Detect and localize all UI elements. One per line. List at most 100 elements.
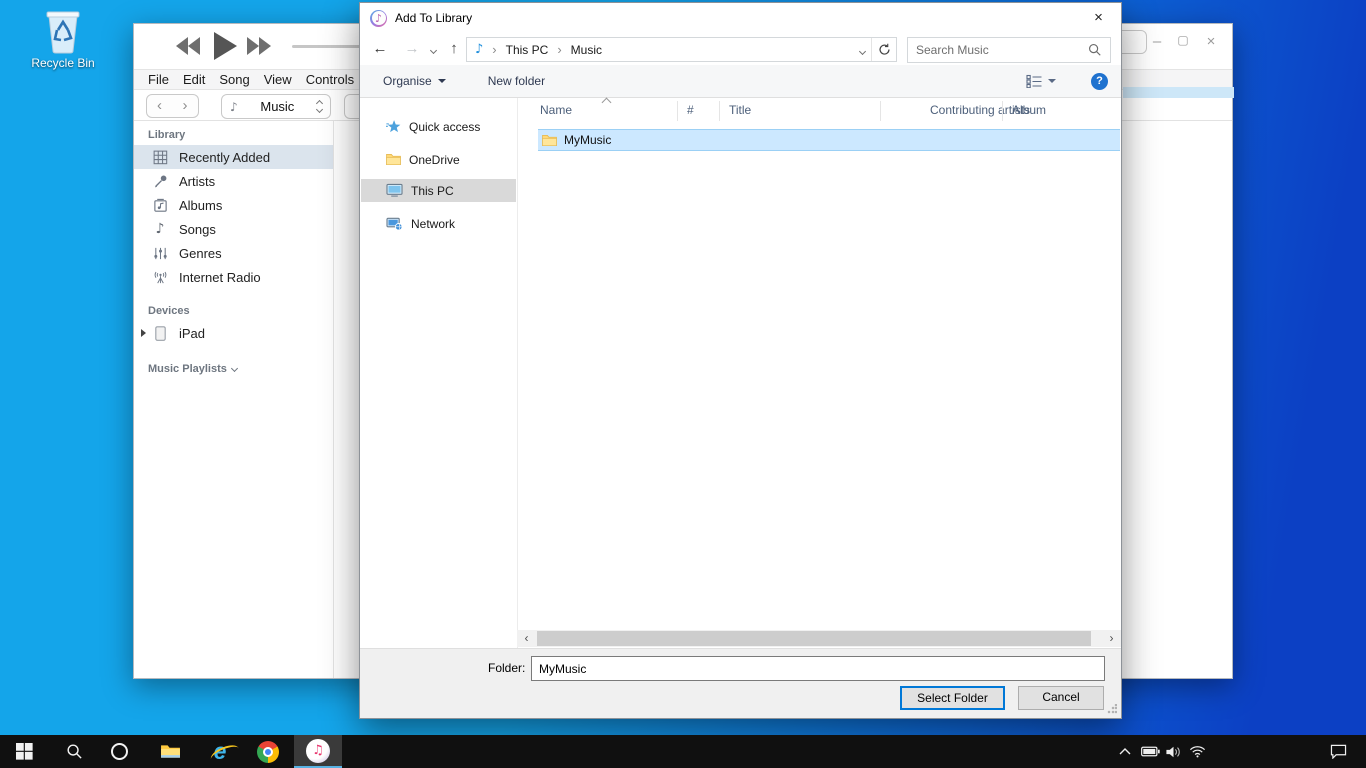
action-center-button[interactable] — [1324, 735, 1352, 768]
internet-explorer-icon: e — [214, 740, 227, 763]
scroll-right-arrow[interactable]: › — [1103, 630, 1120, 647]
cortana-button[interactable] — [103, 735, 135, 768]
folder-icon — [542, 134, 557, 147]
menu-file[interactable]: File — [148, 72, 169, 87]
itunes-close-button[interactable]: × — [1202, 33, 1220, 50]
itunes-back-button[interactable]: ‹ — [146, 94, 173, 118]
network-icon — [386, 216, 403, 231]
internet-explorer-button[interactable]: e — [204, 735, 236, 768]
nav-item-this-pc[interactable]: This PC — [361, 179, 516, 202]
chevron-down-icon — [231, 364, 238, 371]
forward-arrow-icon[interactable]: → — [402, 33, 422, 65]
back-arrow-icon[interactable]: ← — [370, 33, 390, 65]
folder-name-input[interactable] — [531, 656, 1105, 681]
itunes-minimize-button[interactable]: – — [1148, 33, 1166, 50]
column-name[interactable]: Name — [540, 103, 572, 117]
quick-access-star-icon — [386, 119, 401, 134]
tray-show-hidden-icons-button[interactable] — [1114, 735, 1136, 768]
organise-button[interactable]: Organise — [383, 74, 446, 88]
menu-edit[interactable]: Edit — [183, 72, 205, 87]
tray-battery-button[interactable] — [1139, 735, 1161, 768]
sidebar-item-songs[interactable]: ♪ Songs — [134, 217, 333, 241]
windows-logo-icon — [16, 743, 33, 760]
itunes-maximize-button[interactable]: ▢ — [1174, 33, 1192, 47]
song-note-icon: ♪ — [152, 221, 168, 237]
new-folder-button[interactable]: New folder — [488, 74, 545, 88]
breadcrumb-music[interactable]: Music — [571, 43, 602, 57]
library-header: Library — [134, 121, 333, 145]
recycle-bin-desktop-icon[interactable]: Recycle Bin — [22, 6, 104, 70]
resize-grip[interactable] — [1107, 704, 1117, 714]
dialog-title: Add To Library — [395, 11, 472, 25]
column-title[interactable]: Title — [729, 103, 751, 117]
help-button[interactable]: ? — [1091, 73, 1108, 90]
radio-antenna-icon — [152, 269, 168, 285]
dialog-toolbar: Organise New folder ? — [360, 65, 1121, 98]
sidebar-item-internet-radio[interactable]: Internet Radio — [134, 265, 333, 289]
search-box[interactable] — [907, 37, 1111, 63]
album-icon — [152, 197, 168, 213]
dialog-footer: Folder: Select Folder Cancel — [360, 648, 1121, 718]
search-icon — [1088, 43, 1102, 57]
chrome-icon — [257, 741, 279, 763]
horizontal-scrollbar[interactable]: ‹ › — [517, 630, 1121, 647]
dialog-close-button[interactable]: × — [1076, 3, 1121, 32]
taskbar-search-button[interactable] — [58, 735, 90, 768]
cancel-button[interactable]: Cancel — [1018, 686, 1104, 710]
column-number[interactable]: # — [687, 103, 694, 117]
column-album[interactable]: Album — [1012, 103, 1046, 117]
add-to-library-dialog: ♪ Add To Library × ← → ↑ ♪ › This PC › M… — [359, 2, 1122, 719]
grid-icon — [152, 149, 168, 165]
nav-item-network[interactable]: Network — [361, 212, 516, 235]
sidebar-item-recently-added[interactable]: Recently Added — [134, 145, 333, 169]
itunes-forward-button[interactable]: › — [172, 94, 199, 118]
sidebar-item-artists[interactable]: Artists — [134, 169, 333, 193]
tray-wifi-button[interactable] — [1186, 735, 1208, 768]
list-view-icon — [1026, 74, 1042, 88]
media-type-selector[interactable]: ♪ Music — [221, 94, 331, 119]
address-dropdown-chevron-icon[interactable] — [853, 43, 871, 57]
file-row-mymusic[interactable]: MyMusic — [538, 129, 1120, 151]
sidebar-item-label: Songs — [179, 222, 216, 237]
sidebar-item-albums[interactable]: Albums — [134, 193, 333, 217]
select-folder-button[interactable]: Select Folder — [900, 686, 1005, 710]
menu-song[interactable]: Song — [219, 72, 249, 87]
menu-view[interactable]: View — [264, 72, 292, 87]
itunes-icon: ♫ — [306, 739, 330, 763]
column-headers: Name # Title Contributing artists Album — [518, 101, 1121, 121]
refresh-icon[interactable] — [872, 38, 896, 61]
play-button[interactable] — [214, 32, 237, 60]
sidebar-item-genres[interactable]: Genres — [134, 241, 333, 265]
next-track-button[interactable] — [247, 37, 271, 55]
view-mode-button[interactable] — [1026, 74, 1056, 88]
address-bar[interactable]: ♪ › This PC › Music — [466, 37, 897, 62]
taskbar: e ♫ — [0, 735, 1366, 768]
nav-item-quick-access[interactable]: Quick access — [361, 115, 516, 138]
chrome-button[interactable] — [252, 735, 284, 768]
dialog-nav-pane: Quick access OneDrive This PC — [360, 98, 517, 648]
dialog-main: Quick access OneDrive This PC — [360, 98, 1121, 648]
this-pc-monitor-icon — [386, 183, 403, 198]
scrollbar-thumb[interactable] — [537, 631, 1091, 646]
tray-volume-button[interactable] — [1162, 735, 1184, 768]
music-playlists-header[interactable]: Music Playlists — [134, 345, 333, 379]
breadcrumb-separator-icon: › — [492, 42, 496, 57]
scroll-left-arrow[interactable]: ‹ — [518, 630, 535, 647]
start-button[interactable] — [8, 735, 40, 768]
nav-item-onedrive[interactable]: OneDrive — [361, 148, 516, 171]
itunes-taskbar-button[interactable]: ♫ — [294, 735, 342, 768]
menu-controls[interactable]: Controls — [306, 72, 354, 87]
sort-ascending-icon — [602, 98, 612, 108]
up-arrow-icon[interactable]: ↑ — [444, 33, 464, 65]
folder-icon — [386, 153, 401, 166]
file-list: Name # Title Contributing artists Album … — [517, 98, 1121, 648]
previous-track-button[interactable] — [176, 37, 200, 55]
file-explorer-button[interactable] — [154, 735, 186, 768]
breadcrumb-this-pc[interactable]: This PC — [506, 43, 549, 57]
disclosure-triangle-icon[interactable] — [141, 329, 146, 337]
recent-locations-chevron-icon[interactable] — [426, 33, 440, 65]
search-input[interactable] — [908, 43, 1088, 57]
sidebar-item-ipad[interactable]: iPad — [134, 321, 333, 345]
itunes-app-icon: ♪ — [370, 10, 387, 27]
recycle-bin-icon — [41, 6, 85, 54]
